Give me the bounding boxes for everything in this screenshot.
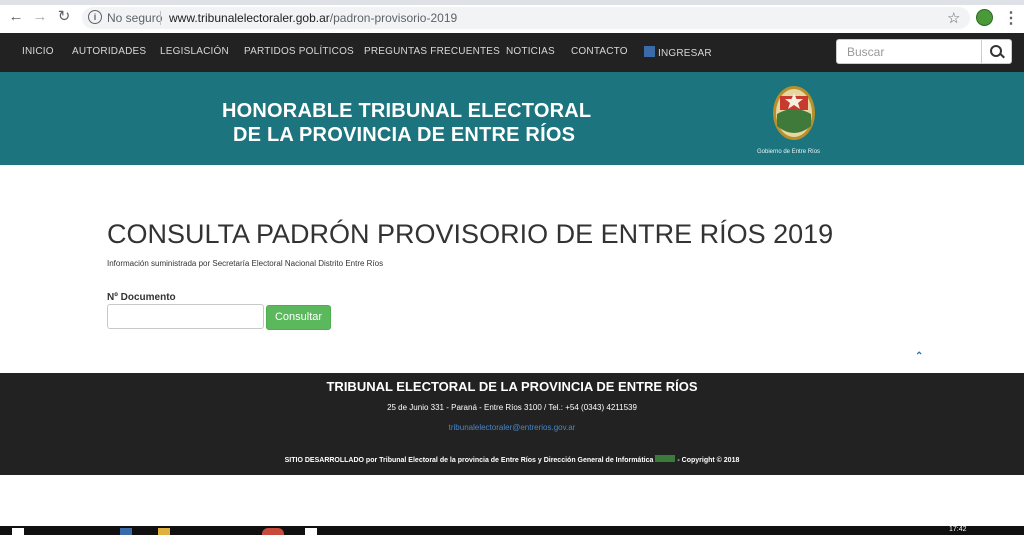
footer: TRIBUNAL ELECTORAL DE LA PROVINCIA DE EN…: [0, 373, 1024, 475]
email-link[interactable]: tribunalelectoraler@entrerios.gov.ar: [449, 423, 576, 432]
document-number-input[interactable]: [107, 304, 264, 329]
credits-text: SITIO DESARROLLADO por Tribunal Electora…: [284, 457, 654, 464]
footer-credits: SITIO DESARROLLADO por Tribunal Electora…: [0, 455, 1024, 464]
consultar-button[interactable]: Consultar: [266, 305, 331, 330]
info-icon[interactable]: i: [88, 10, 102, 24]
back-icon[interactable]: ←: [8, 9, 24, 25]
address-bar[interactable]: i No seguro www.tribunalelectoraler.gob.…: [82, 7, 970, 29]
taskbar-app-icon[interactable]: [120, 528, 132, 535]
footer-title: TRIBUNAL ELECTORAL DE LA PROVINCIA DE EN…: [326, 379, 698, 394]
forward-icon[interactable]: →: [32, 9, 48, 25]
windows-start-icon[interactable]: [12, 528, 24, 535]
star-icon[interactable]: ☆: [947, 9, 960, 27]
nav-legislacion[interactable]: LEGISLACIÓN: [160, 46, 229, 57]
banner-title-line1: HONORABLE TRIBUNAL ELECTORAL: [222, 100, 592, 122]
reload-icon[interactable]: ↻: [56, 9, 72, 25]
folder-icon[interactable]: [158, 528, 170, 535]
nav-autoridades[interactable]: AUTORIDADES: [72, 46, 146, 57]
back-to-top-icon[interactable]: ⌃: [915, 351, 923, 362]
nav-preguntas-frecuentes[interactable]: PREGUNTAS FRECUENTES: [364, 46, 500, 57]
crest-caption: Gobierno de Entre Ríos: [757, 149, 821, 155]
province-crest-logo: [773, 86, 815, 140]
nav-ingresar-label: INGRESAR: [658, 48, 712, 59]
search-box: [836, 39, 1012, 64]
nav-partidos-politicos[interactable]: PARTIDOS POLÍTICOS: [244, 46, 354, 57]
search-button[interactable]: [981, 40, 1011, 63]
security-label: No seguro: [107, 11, 163, 25]
address-separator: [160, 11, 161, 25]
banner-title-line2: DE LA PROVINCIA DE ENTRE RÍOS: [233, 124, 576, 146]
login-icon: [644, 46, 655, 57]
document-label: Nº Documento: [107, 292, 176, 303]
header-banner: HONORABLE TRIBUNAL ELECTORAL DE LA PROVI…: [0, 72, 1024, 165]
tab-strip: [0, 0, 1024, 5]
url-path: /padron-provisorio-2019: [329, 11, 458, 25]
taskbar-app-icon[interactable]: [305, 528, 317, 535]
page-title: CONSULTA PADRÓN PROVISORIO DE ENTRE RÍOS…: [107, 219, 834, 249]
nav-ingresar[interactable]: INGRESAR: [644, 46, 712, 59]
footer-email-link: tribunalelectoraler@entrerios.gov.ar: [0, 423, 1024, 432]
informatica-logo: [655, 455, 676, 462]
taskbar-clock: 17:42: [949, 526, 967, 533]
url-text[interactable]: www.tribunalelectoraler.gob.ar/padron-pr…: [169, 11, 457, 25]
copyright-text: - Copyright © 2018: [677, 457, 740, 464]
kebab-menu-icon[interactable]: ⋮: [1003, 8, 1019, 28]
nav-inicio[interactable]: INICIO: [22, 46, 54, 57]
extension-icon[interactable]: [976, 9, 993, 26]
chrome-icon[interactable]: [262, 528, 284, 535]
os-taskbar: [0, 526, 1024, 535]
page-subtitle: Información suministrada por Secretaría …: [107, 259, 384, 268]
search-icon-handle: [1000, 53, 1005, 59]
browser-toolbar: ← → ↻ i No seguro www.tribunalelectorale…: [0, 0, 1024, 34]
nav-noticias[interactable]: NOTICIAS: [506, 46, 555, 57]
search-input[interactable]: [837, 40, 982, 63]
nav-contacto[interactable]: CONTACTO: [571, 46, 628, 57]
footer-address: 25 de Junio 331 - Paraná - Entre Ríos 31…: [387, 403, 637, 412]
url-domain: www.tribunalelectoraler.gob.ar: [169, 11, 330, 25]
